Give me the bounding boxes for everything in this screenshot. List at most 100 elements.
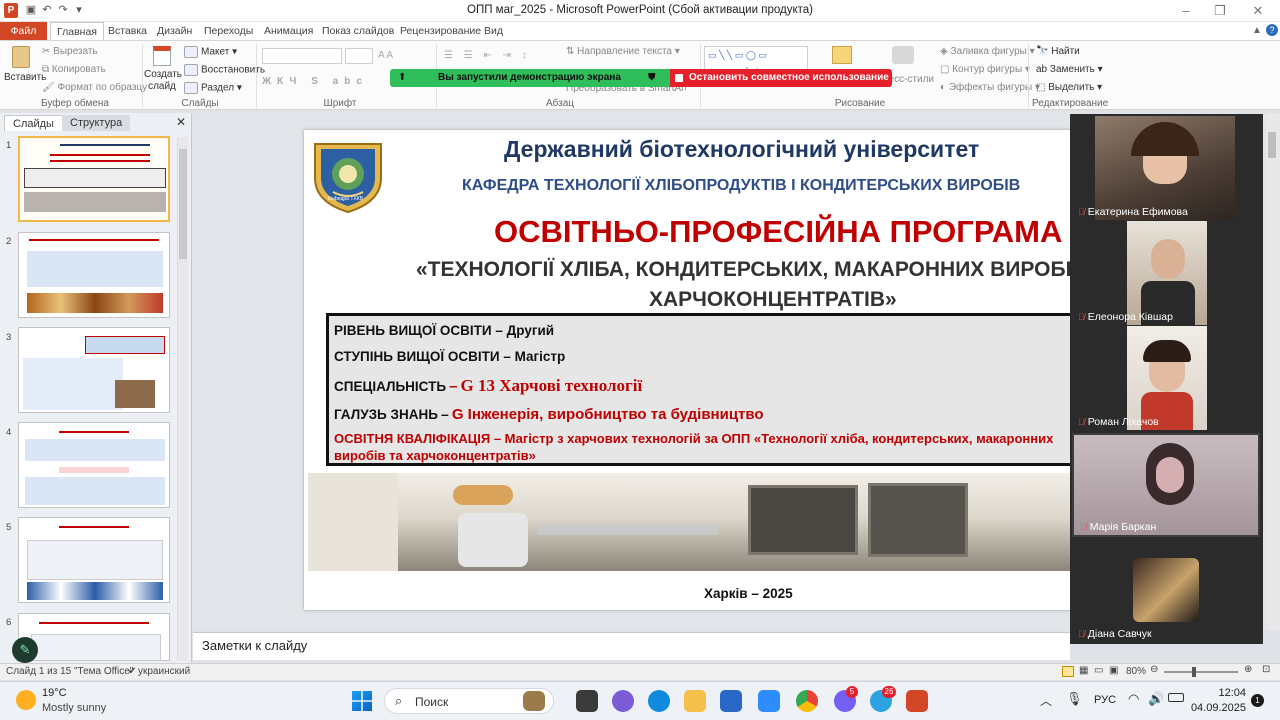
select-button[interactable]: ⬚ Выделить ▾ [1036,82,1102,93]
viber-badge: 5 [846,686,858,698]
video-panel-scrollbar[interactable] [1266,122,1278,620]
volume-icon[interactable]: 🔊 [1148,691,1164,707]
view-slideshow-icon[interactable]: ▣ [1109,665,1118,676]
slide-thumbnail-5[interactable] [18,517,170,603]
shape-effects-button[interactable]: ◐ Эффекты фигуры ▾ [940,82,1040,93]
find-button[interactable]: 🔭 Найти [1036,46,1080,57]
zoom-out-icon[interactable]: ⊖ [1150,664,1158,675]
task-view-icon[interactable] [576,690,598,712]
slide-thumbnail-3[interactable] [18,327,170,413]
thumb-number: 3 [6,332,12,343]
taskbar-search[interactable]: ⌕ Поиск [384,688,554,714]
tab-transitions[interactable]: Переходы [198,22,259,40]
font-size-buttons[interactable]: A A [378,50,393,61]
close-panel-icon[interactable]: ✕ [176,115,186,129]
video-scroll-thumb[interactable] [1268,132,1276,158]
zoom-slider-thumb[interactable] [1192,667,1196,677]
edit-floating-button[interactable]: ✎ [12,637,38,663]
slide-thumbnail-6[interactable] [18,613,170,661]
participant-tile[interactable]: 🎙̸ Екатерина Ефимова [1072,116,1260,220]
slide-thumbnail-1[interactable] [18,136,170,222]
weather-desc[interactable]: Mostly sunny [42,702,106,714]
tab-view[interactable]: Вид [478,22,509,40]
panel-scrollbar[interactable] [177,137,188,661]
weather-sun-icon[interactable] [16,690,36,710]
clock-time[interactable]: 12:04 [1206,687,1246,699]
tab-file[interactable]: Файл [0,22,47,40]
font-name-box[interactable] [262,48,342,64]
outline-icon: ▢ [940,64,953,75]
input-language[interactable]: РУС [1094,694,1116,706]
battery-icon[interactable] [1168,693,1184,702]
fit-to-window-icon[interactable]: ⊡ [1262,664,1270,675]
zoom-app-icon[interactable] [758,690,780,712]
text-direction-button[interactable]: ⇅ Направление текста ▾ [566,46,680,57]
list-buttons[interactable]: ☰ ☰ ⇤ ⇥ ↕ [444,50,531,61]
notification-badge[interactable]: 1 [1251,694,1264,707]
slide-thumbnail-4[interactable] [18,422,170,508]
tab-slideshow[interactable]: Показ слайдов [316,22,400,40]
weather-temp[interactable]: 19°C [42,687,67,699]
copy-button[interactable]: ⧉ Копировать [42,64,106,75]
view-reading-icon[interactable]: ▭ [1094,665,1103,676]
file-explorer-icon[interactable] [684,690,706,712]
tab-outline[interactable]: Структура [62,115,131,131]
clock-date[interactable]: 04.09.2025 [1186,702,1246,714]
notes-pane[interactable]: Заметки к слайду [193,632,1070,660]
language[interactable]: украинский [138,666,190,677]
participant-tile[interactable]: 🎙̸ Діана Савчук [1072,538,1260,642]
restore-button[interactable]: ❐ [1202,2,1238,20]
tab-slides[interactable]: Слайды [4,115,63,131]
font-format-buttons[interactable]: ЖКЧ S abc [262,76,368,87]
chrome-icon[interactable] [796,690,818,712]
tab-insert[interactable]: Вставка [102,22,153,40]
spellcheck-icon[interactable]: ✔ [128,666,136,677]
paste-button[interactable]: Вставить [4,46,46,83]
font-size-box[interactable] [345,48,373,64]
zoom-level[interactable]: 80% [1126,666,1146,677]
shape-outline-button[interactable]: ▢ Контур фигуры ▾ [940,64,1030,75]
minimize-button[interactable]: – [1168,2,1204,20]
copilot-icon[interactable] [612,690,634,712]
tab-review[interactable]: Рецензирование [394,22,487,40]
participant-tile[interactable]: 🎙̸ Елеонора Ківшар [1072,221,1260,325]
zoom-slider[interactable] [1164,671,1238,673]
replace-button[interactable]: ab Заменить ▾ [1036,64,1103,75]
thumb-number: 2 [6,236,12,247]
photo-oven [748,485,858,555]
cut-button[interactable]: ✂ Вырезать [42,46,98,57]
view-normal-icon[interactable] [1062,666,1074,677]
format-painter-button[interactable]: 🖌 Формат по образцу [42,82,147,93]
tray-chevron-icon[interactable]: ︿ [1040,692,1052,709]
powerpoint-taskbar-icon[interactable] [906,690,928,712]
section-button[interactable]: Раздел ▾ [184,82,242,94]
arrange-icon[interactable] [832,46,852,64]
view-sorter-icon[interactable]: ▦ [1079,665,1088,676]
ribbon-minimize-icon[interactable]: ▲ [1252,25,1262,36]
new-slide-button[interactable]: Создать слайд [144,46,182,93]
wifi-icon[interactable]: ◠ [1128,691,1139,707]
tab-animation[interactable]: Анимация [258,22,319,40]
thumb-number: 4 [6,427,12,438]
shape-fill-button[interactable]: ◈ Заливка фигуры ▾ [940,46,1035,57]
store-icon[interactable] [720,690,742,712]
close-button[interactable]: ✕ [1240,2,1276,20]
reset-button[interactable]: Восстановить [184,64,265,76]
tab-design[interactable]: Дизайн [151,22,198,40]
participant-tile[interactable]: 🎙̸ Роман Ліхачов [1072,326,1260,430]
tab-home[interactable]: Главная [50,22,104,41]
zoom-in-icon[interactable]: ⊕ [1244,664,1252,675]
quick-styles-icon[interactable] [892,46,914,64]
stop-sharing-button[interactable]: Остановить совместное использование [670,69,892,87]
edge-icon[interactable] [648,690,670,712]
start-button[interactable] [352,691,372,711]
participant-tile[interactable]: 🎙̸ Марія Баркан [1072,433,1260,537]
layout-button[interactable]: Макет ▾ [184,46,237,58]
panel-scroll-thumb[interactable] [179,149,187,259]
effects-icon: ◐ [940,82,949,93]
microphone-icon[interactable]: 🎙 [1066,691,1083,707]
help-icon[interactable]: ? [1266,24,1278,36]
slide-thumbnail-2[interactable] [18,232,170,318]
slide-canvas[interactable]: Кафедра ТХКВ Державний біотехнологічний … [304,130,1086,610]
ribbon-tabs: Файл Главная Вставка Дизайн Переходы Ани… [0,22,1280,41]
